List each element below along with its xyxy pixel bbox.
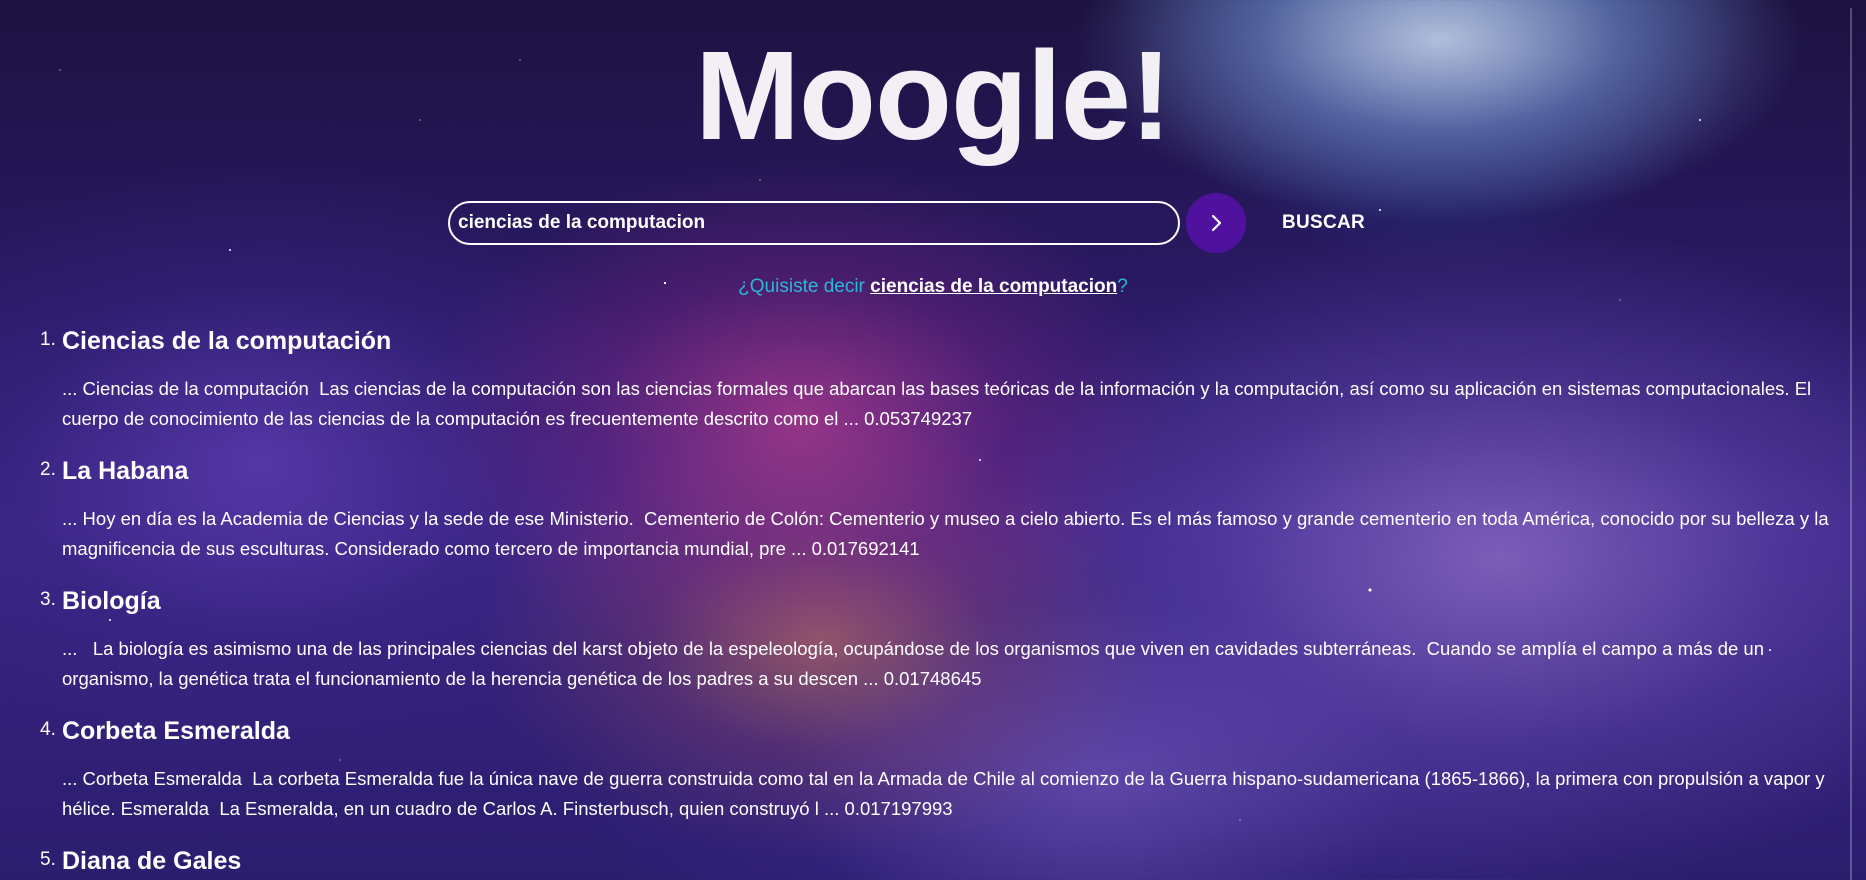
result-snippet: ... Ciencias de la computación Las cienc…: [62, 378, 1817, 429]
result-item: 4. Corbeta Esmeralda ... Corbeta Esmeral…: [40, 714, 1855, 824]
result-snippet: ... La biología es asimismo una de las p…: [62, 638, 1770, 689]
result-title[interactable]: Biología: [62, 584, 161, 618]
result-title[interactable]: Corbeta Esmeralda: [62, 714, 290, 748]
moogle-logo: Moogle!: [695, 25, 1172, 166]
buscar-button[interactable]: BUSCAR: [1282, 212, 1365, 234]
result-title[interactable]: Ciencias de la computación: [62, 324, 391, 358]
did-you-mean: ¿Quisiste decir ciencias de la computaci…: [0, 276, 1866, 298]
search-bar: BUSCAR: [448, 193, 1365, 253]
result-item: 2. La Habana ... Hoy en día es la Academ…: [40, 454, 1855, 564]
result-item: 5. Diana de Gales: [40, 844, 1855, 878]
result-item: 1. Ciencias de la computación ... Cienci…: [40, 324, 1855, 434]
results-list: 1. Ciencias de la computación ... Cienci…: [40, 324, 1855, 880]
search-input[interactable]: [448, 201, 1180, 245]
chevron-right-icon: [1211, 214, 1222, 232]
result-number: 1.: [40, 329, 56, 350]
result-number: 4.: [40, 719, 56, 740]
suggestion-suffix: ?: [1117, 276, 1128, 297]
result-title[interactable]: Diana de Gales: [62, 844, 241, 878]
suggestion-prefix: ¿Quisiste decir: [738, 276, 871, 297]
result-item: 3. Biología ... La biología es asimismo …: [40, 584, 1855, 694]
result-snippet: ... Corbeta Esmeralda La corbeta Esmeral…: [62, 768, 1830, 819]
suggestion-link[interactable]: ciencias de la computacion: [870, 276, 1117, 297]
search-go-button[interactable]: [1186, 193, 1246, 253]
result-number: 3.: [40, 589, 56, 610]
result-number: 5.: [40, 849, 56, 870]
result-title[interactable]: La Habana: [62, 454, 188, 488]
result-number: 2.: [40, 459, 56, 480]
result-snippet: ... Hoy en día es la Academia de Ciencia…: [62, 508, 1834, 559]
